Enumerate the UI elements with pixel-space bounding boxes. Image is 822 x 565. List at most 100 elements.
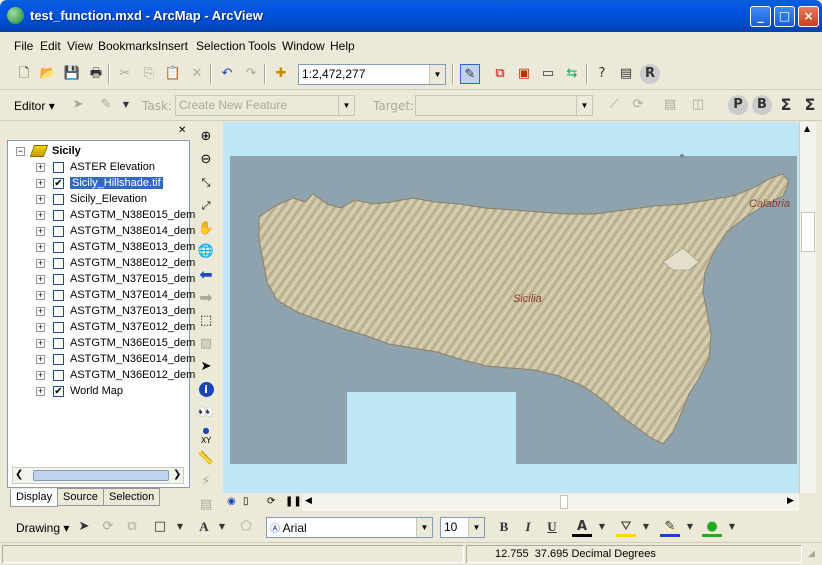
menu-file[interactable]: File (14, 39, 33, 53)
chevron-down-icon[interactable]: ▼ (429, 65, 445, 84)
chevron-down-icon[interactable]: ▼ (116, 95, 136, 115)
select-elements-icon[interactable]: ➤ (196, 357, 216, 377)
zoom-in-icon[interactable]: ⊕ (196, 127, 216, 147)
sketch-tool-icon[interactable]: ✎ (96, 95, 116, 115)
scroll-up-icon[interactable]: ▲ (804, 124, 810, 133)
collapse-icon[interactable]: − (16, 147, 25, 156)
font-size-combo[interactable]: 10 ▼ (440, 517, 485, 538)
select-elements-icon[interactable]: ➤ (74, 517, 94, 537)
print-icon[interactable]: 🖶 (86, 64, 106, 84)
bold-icon[interactable]: B (494, 517, 514, 537)
chevron-down-icon[interactable]: ▼ (338, 96, 354, 115)
text-icon[interactable]: A (194, 517, 214, 537)
measure-icon[interactable]: 📏 (196, 449, 216, 469)
expand-icon[interactable]: + (36, 163, 45, 172)
editor-menu[interactable]: Editor ▾ (14, 99, 55, 113)
delete-icon[interactable]: ✕ (187, 64, 207, 84)
split-tool-icon[interactable]: ⟋ (604, 95, 624, 115)
expand-icon[interactable]: + (36, 307, 45, 316)
back-arrow-icon[interactable]: ⬅ (196, 265, 216, 285)
open-icon[interactable]: 📂 (38, 64, 58, 84)
hyperlink-icon[interactable]: ⚡ (196, 472, 216, 492)
clear-selection-icon[interactable]: ▨ (196, 334, 216, 354)
scroll-thumb[interactable] (801, 212, 815, 252)
minimize-button[interactable]: _ (750, 6, 771, 27)
scroll-left-icon[interactable]: ◀ (305, 496, 312, 506)
forward-arrow-icon[interactable]: ➡ (196, 288, 216, 308)
sketch-properties-icon[interactable]: ◫ (688, 95, 708, 115)
rectangle-icon[interactable]: □ (150, 517, 170, 537)
tab-source[interactable]: Source (57, 488, 104, 506)
layer-visibility-checkbox[interactable] (53, 210, 64, 221)
underline-icon[interactable]: U (542, 517, 562, 537)
scroll-thumb[interactable] (560, 495, 568, 509)
expand-icon[interactable]: + (36, 291, 45, 300)
undo-icon[interactable]: ↶ (217, 64, 237, 84)
sum-icon-2[interactable]: Σ (800, 95, 820, 115)
map-display[interactable]: Sicilia Calabria (223, 122, 799, 493)
arccatalog-icon[interactable]: ▣ (514, 64, 534, 84)
select-features-icon[interactable]: ⬚ (196, 311, 216, 331)
expand-icon[interactable]: + (36, 243, 45, 252)
layer-visibility-checkbox[interactable] (53, 370, 64, 381)
layer-visibility-checkbox[interactable] (53, 274, 64, 285)
expand-icon[interactable]: + (36, 211, 45, 220)
menu-tools[interactable]: Tools (248, 39, 276, 53)
identify-icon[interactable]: i (196, 380, 216, 400)
whats-this-icon[interactable]: ? (592, 64, 612, 84)
b-tool-icon[interactable]: B (752, 95, 772, 115)
menu-selection[interactable]: Selection (196, 39, 245, 53)
chevron-down-icon[interactable]: ▼ (592, 517, 612, 537)
layer-visibility-checkbox[interactable] (53, 242, 64, 253)
copy-icon[interactable]: ⎘ (139, 64, 159, 84)
rotate-icon[interactable]: ⟳ (98, 517, 118, 537)
find-binoculars-icon[interactable]: 👀 (196, 403, 216, 423)
drawing-menu[interactable]: Drawing ▾ (16, 521, 69, 535)
command-line-icon[interactable]: ▭ (538, 64, 558, 84)
scroll-left-icon[interactable]: ❮ (15, 469, 23, 480)
layer-visibility-checkbox[interactable] (53, 162, 64, 173)
chevron-down-icon[interactable]: ▼ (416, 518, 432, 537)
add-data-icon[interactable]: ✚ (271, 64, 291, 84)
chevron-down-icon[interactable]: ▼ (576, 96, 592, 115)
paste-icon[interactable]: 📋 (163, 64, 183, 84)
zoom-out-icon[interactable]: ⊖ (196, 150, 216, 170)
marker-color-icon[interactable]: ● (702, 517, 722, 537)
layer-visibility-checkbox[interactable] (53, 290, 64, 301)
map-hscroll[interactable]: ◀ ▶ (302, 494, 799, 511)
layer-visibility-checkbox[interactable] (53, 322, 64, 333)
layer-visibility-checkbox[interactable]: ✔ (53, 178, 64, 189)
close-button[interactable]: × (798, 6, 819, 27)
edit-tool-icon[interactable]: ➤ (68, 95, 88, 115)
p-tool-icon[interactable]: P (728, 95, 748, 115)
tab-selection[interactable]: Selection (103, 488, 161, 506)
zoom-whole-page-icon[interactable]: ⧉ (122, 517, 142, 537)
save-icon[interactable]: 💾 (62, 64, 82, 84)
new-document-icon[interactable]: 🗋 (14, 64, 34, 84)
layer-visibility-checkbox[interactable] (53, 258, 64, 269)
expand-icon[interactable]: + (36, 227, 45, 236)
identify-results-icon[interactable]: ▤ (616, 64, 636, 84)
scroll-thumb[interactable] (33, 470, 169, 481)
expand-icon[interactable]: + (36, 371, 45, 380)
chevron-down-icon[interactable]: ▼ (636, 517, 656, 537)
scroll-right-icon[interactable]: ▶ (787, 496, 794, 506)
menu-bookmarks[interactable]: Bookmarks (98, 39, 158, 53)
expand-icon[interactable]: + (36, 323, 45, 332)
tab-display[interactable]: Display (10, 489, 59, 507)
full-extent-globe-icon[interactable]: 🌐 (196, 242, 216, 262)
layer-visibility-checkbox[interactable] (53, 226, 64, 237)
maximize-button[interactable]: □ (774, 6, 795, 27)
chevron-down-icon[interactable]: ▼ (680, 517, 700, 537)
chevron-down-icon[interactable]: ▼ (468, 518, 484, 537)
chevron-down-icon[interactable]: ▼ (722, 517, 742, 537)
toc-hscroll[interactable]: ❮ ❯ (12, 467, 184, 484)
map-scale-combo[interactable]: 1:2,472,277 ▼ (298, 64, 446, 85)
pan-hand-icon[interactable]: ✋ (196, 219, 216, 239)
data-view-globe-icon[interactable]: ◉ (227, 496, 236, 507)
sum-icon[interactable]: Σ (776, 95, 796, 115)
edit-vertices-icon[interactable]: ⬠ (236, 517, 256, 537)
layer-visibility-checkbox[interactable]: ✔ (53, 386, 64, 397)
model-builder-icon[interactable]: ⇆ (562, 64, 582, 84)
expand-icon[interactable]: + (36, 339, 45, 348)
